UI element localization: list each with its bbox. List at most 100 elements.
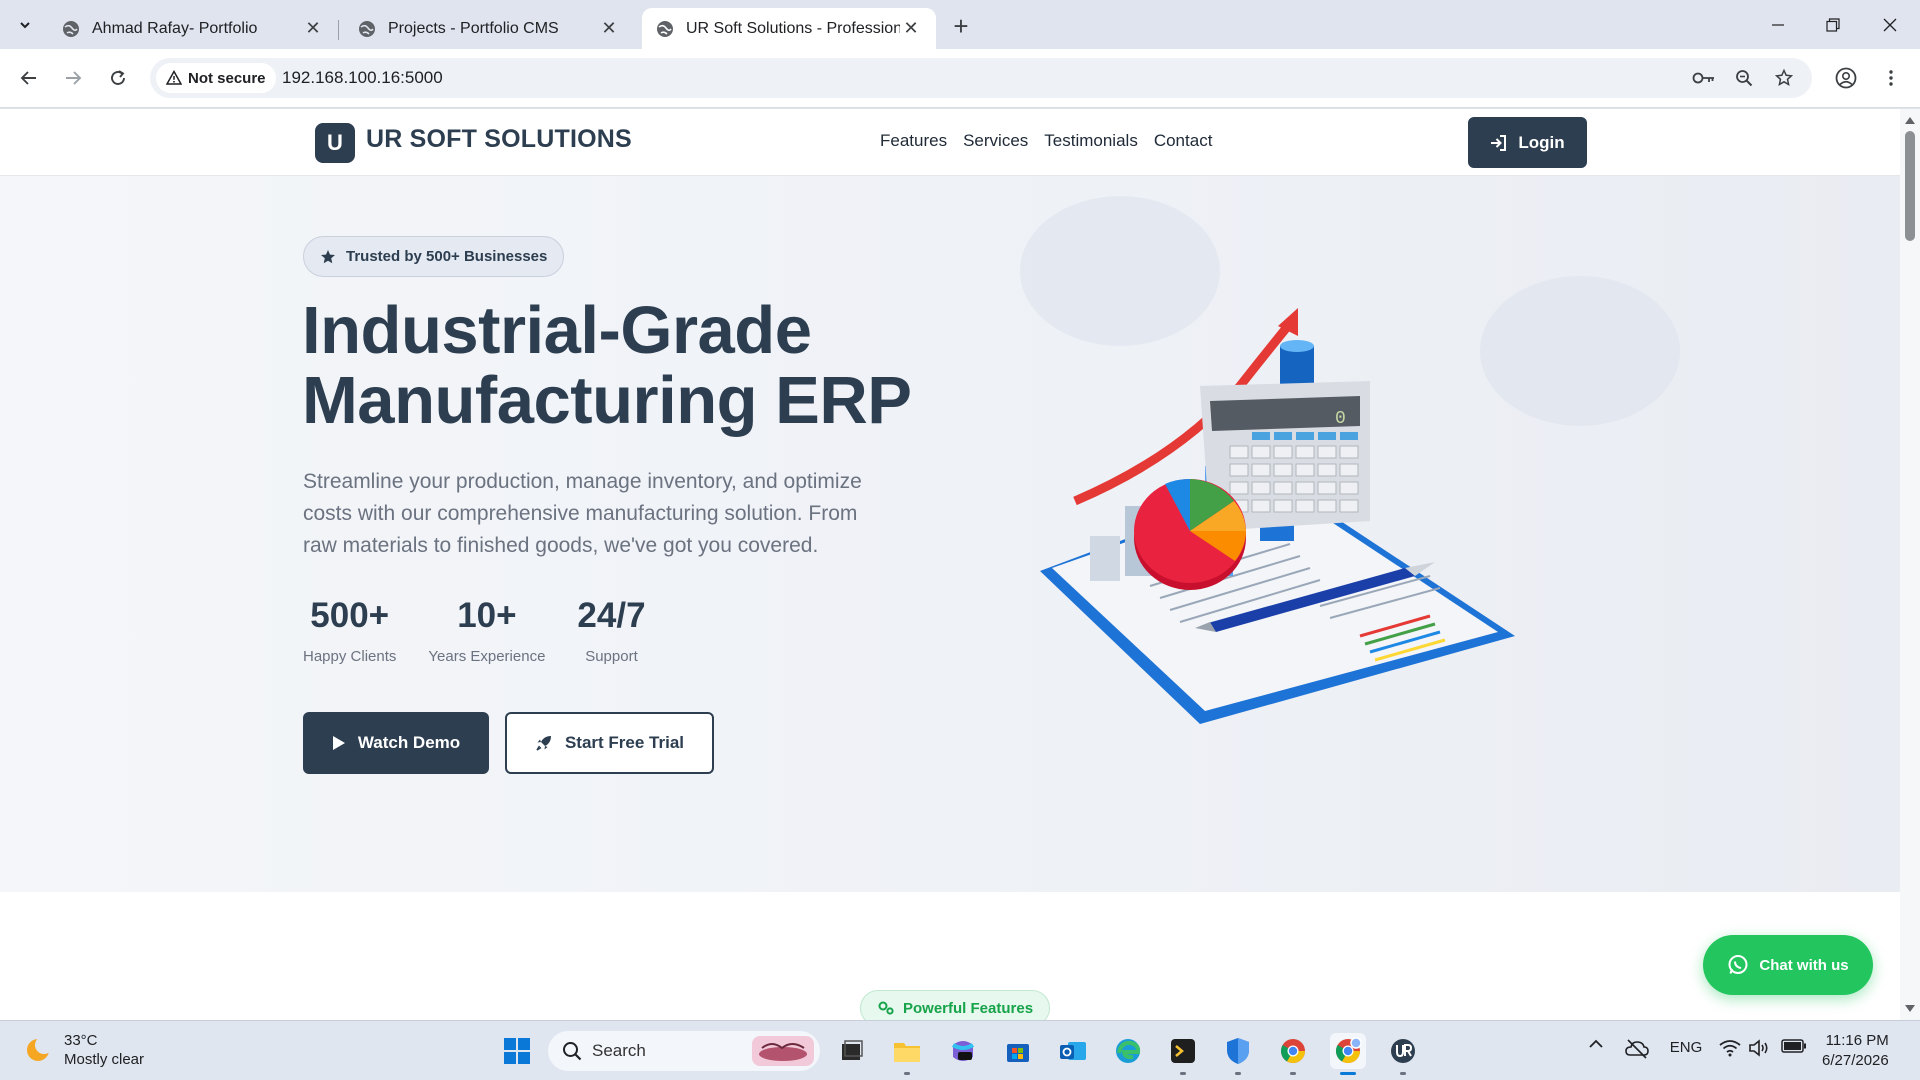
stat-value: 10+ [457,596,517,635]
volume-icon[interactable] [1748,1039,1772,1057]
chat-label: Chat with us [1759,956,1849,974]
outlook-icon[interactable] [1055,1033,1091,1069]
stat-item: 500+ Happy Clients [303,596,396,665]
taskbar-search-placeholder: Search [592,1041,646,1060]
input-language[interactable]: ENG [1666,1039,1706,1056]
stat-item: 10+ Years Experience [428,596,545,665]
wifi-icon[interactable] [1718,1039,1742,1057]
url-text[interactable]: 192.168.100.16:5000 [282,58,443,98]
arrow-right-icon [66,71,82,85]
task-view-icon[interactable] [834,1033,870,1069]
main-nav: Features Services Testimonials Contact [880,131,1212,151]
reload-icon [111,70,125,85]
nav-link-features[interactable]: Features [880,131,947,151]
browser-tab[interactable]: Ahmad Rafay- Portfolio ✕ [48,8,339,49]
terminal-app-icon[interactable] [1165,1033,1201,1075]
close-tab-icon[interactable]: ✕ [900,18,922,40]
back-button[interactable] [14,63,44,93]
star-icon [321,249,335,263]
battery-icon[interactable] [1780,1039,1808,1053]
search-icon [563,1042,582,1061]
erp-illustration: 0 [1040,308,1515,724]
site-header: U UR SOFT SOLUTIONS Features Services Te… [0,109,1900,176]
close-icon [1883,18,1897,32]
weather-temp: 33°C [64,1032,98,1049]
bookmark-star-icon[interactable] [1770,64,1798,92]
tab-title: UR Soft Solutions - Professional [686,19,900,37]
zoom-icon[interactable] [1730,64,1758,92]
security-shield-icon[interactable] [1220,1033,1256,1075]
new-tab-button[interactable]: + [947,11,975,41]
start-menu-button[interactable] [499,1033,535,1069]
trust-badge: Trusted by 500+ Businesses [303,236,565,277]
minimize-button[interactable] [1753,8,1803,42]
whatsapp-icon [1728,955,1748,974]
scroll-thumb[interactable] [1905,131,1915,241]
browser-tab-active[interactable]: UR Soft Solutions - Professional ✕ [642,8,936,49]
password-key-icon[interactable] [1690,64,1718,92]
menu-button[interactable] [1876,63,1906,93]
reload-button[interactable] [103,63,133,93]
nav-link-testimonials[interactable]: Testimonials [1044,131,1138,151]
stat-value: 500+ [310,596,390,635]
taskbar-clock[interactable]: 11:16 PM 6/27/2026 [1822,1031,1889,1071]
stat-label: Years Experience [428,648,546,665]
nav-link-contact[interactable]: Contact [1154,131,1213,151]
trust-badge-text: Trusted by 500+ Businesses [346,248,548,265]
page-viewport: U UR SOFT SOLUTIONS Features Services Te… [0,109,1900,1020]
start-free-trial-button[interactable]: Start Free Trial [505,712,714,774]
security-chip[interactable]: Not secure [156,63,276,93]
nav-link-services[interactable]: Services [963,131,1028,151]
rocket-icon [536,736,551,751]
edge-browser-icon[interactable] [1110,1033,1146,1069]
restore-icon [1826,18,1840,32]
clock-date: 6/27/2026 [1822,1052,1889,1069]
restore-button[interactable] [1808,8,1858,42]
stat-item: 24/7 Support [577,596,645,665]
stat-label: Happy Clients [303,648,397,665]
globe-icon [657,20,673,37]
stat-label: Support [585,648,638,665]
site-logo[interactable]: U [315,123,355,163]
globe-icon [63,20,79,37]
profile-button[interactable] [1831,63,1861,93]
chat-with-us-button[interactable]: Chat with us [1703,935,1873,995]
address-bar[interactable]: Not secure 192.168.100.16:5000 [150,58,1812,98]
chrome-profile-icon[interactable] [1330,1033,1366,1075]
page-scrollbar[interactable] [1900,109,1920,1020]
file-explorer-icon[interactable] [889,1033,925,1075]
close-tab-icon[interactable]: ✕ [598,18,620,40]
ur-app-icon[interactable] [1385,1033,1421,1075]
weather-widget[interactable]: 33°C Mostly clear [22,1031,144,1069]
arrow-left-icon [20,71,36,85]
browser-toolbar: Not secure 192.168.100.16:5000 [0,49,1920,108]
tab-search-button[interactable] [10,10,40,40]
start-trial-label: Start Free Trial [564,733,685,752]
close-tab-icon[interactable]: ✕ [302,18,324,40]
brand-name[interactable]: UR SOFT SOLUTIONS [366,125,632,154]
watch-demo-button[interactable]: Watch Demo [303,712,489,774]
stat-value: 24/7 [577,596,646,635]
more-vertical-icon [1889,70,1893,86]
scroll-down-arrow-icon[interactable] [1904,1003,1916,1015]
scroll-up-arrow-icon[interactable] [1904,114,1916,126]
hero-section: Trusted by 500+ Businesses Industrial-Gr… [0,176,1900,892]
microsoft-365-icon[interactable] [945,1033,981,1069]
headline-line-1: Industrial-Grade [302,293,812,368]
browser-tab-strip: Ahmad Rafay- Portfolio ✕ Projects - Port… [0,0,1920,49]
microsoft-store-icon[interactable] [1000,1033,1036,1069]
chrome-icon[interactable] [1275,1033,1311,1075]
tab-title: Projects - Portfolio CMS [388,19,559,37]
login-label: Login [1518,132,1565,152]
close-window-button[interactable] [1865,8,1915,42]
taskbar-search[interactable]: Search [548,1031,820,1071]
browser-tab[interactable]: Projects - Portfolio CMS ✕ [344,8,634,49]
show-hidden-icons-chevron-up-icon[interactable] [1586,1039,1606,1049]
search-highlight-image [752,1036,814,1066]
onedrive-offline-icon[interactable] [1624,1039,1650,1059]
clock-time: 11:16 PM [1825,1032,1889,1049]
forward-button[interactable] [58,63,88,93]
login-button[interactable]: Login [1468,117,1587,168]
chevron-down-icon [20,22,30,29]
sign-in-icon [1491,134,1507,151]
